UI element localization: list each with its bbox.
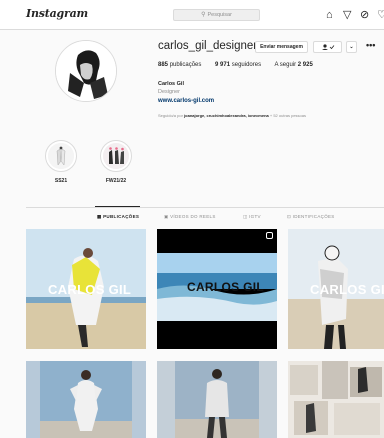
post-tile[interactable]	[288, 361, 384, 438]
post-overlay-text: CARLOS GIL	[310, 282, 384, 297]
search-placeholder: Pesquisar	[207, 12, 232, 18]
profile-avatar[interactable]	[55, 40, 117, 102]
active-tab-indicator	[95, 206, 140, 207]
post-tile[interactable]: CARLOS GIL	[288, 229, 384, 349]
direct-icon[interactable]: ▽	[343, 8, 351, 22]
profile-website-link[interactable]: www.carlos-gil.com	[158, 98, 214, 104]
highlight-fw2122[interactable]: FW21/22	[100, 140, 132, 184]
search-icon: ⚲	[201, 12, 206, 18]
highlight-cover	[100, 140, 132, 172]
followers-stat[interactable]: 9 971 seguidores	[215, 62, 261, 68]
following-button[interactable]	[313, 41, 342, 53]
reel-icon	[266, 232, 273, 239]
grid-icon: ▦	[97, 214, 102, 219]
tab-posts[interactable]: ▦ PUBLICAÇÕES	[97, 214, 139, 220]
followed-by-text[interactable]: Seguido/a por joanajorge, cruchimhoalexa…	[158, 113, 306, 118]
post-overlay-text: CARLOS GIL	[48, 282, 132, 297]
profile-full-name: Carlos Gil	[158, 81, 184, 87]
activity-icon[interactable]: ♡	[377, 8, 384, 22]
post-tile[interactable]	[26, 361, 146, 438]
post-tile[interactable]	[157, 361, 277, 438]
highlight-ss21[interactable]: SS21	[45, 140, 77, 184]
chevron-down-icon: ⌄	[349, 44, 354, 50]
igtv-icon: ◫	[243, 214, 248, 219]
tab-reels[interactable]: ▣ VÍDEOS DO REELS	[164, 214, 216, 220]
tabs-divider	[26, 207, 384, 208]
send-message-button[interactable]: Enviar mensagem	[255, 41, 308, 53]
profile-stats: 885 publicações 9 971 seguidores A segui…	[158, 62, 325, 68]
search-input[interactable]: ⚲ Pesquisar	[173, 9, 260, 21]
instagram-logo[interactable]: Instagram	[26, 7, 88, 20]
posts-stat: 885 publicações	[158, 62, 202, 68]
following-stat[interactable]: A seguir 2 925	[274, 62, 312, 68]
post-tile[interactable]: CARLOS GIL	[157, 229, 277, 349]
explore-icon[interactable]: ⊘	[360, 8, 369, 22]
tag-icon: ⊡	[287, 214, 292, 219]
more-options-icon[interactable]: •••	[366, 40, 375, 50]
highlight-label: FW21/22	[105, 178, 127, 184]
highlight-label: SS21	[54, 178, 68, 184]
tab-tagged[interactable]: ⊡ IDENTIFICAÇÕES	[287, 214, 335, 220]
reels-icon: ▣	[164, 214, 169, 219]
profile-category: Designer	[158, 89, 181, 95]
nav-icons: ⌂ ▽ ⊘ ♡	[326, 8, 384, 22]
post-tile[interactable]: CARLOS GIL	[26, 229, 146, 349]
home-icon[interactable]: ⌂	[326, 8, 333, 22]
tab-igtv[interactable]: ◫ IGTV	[243, 214, 261, 220]
profile-username: carlos_gil_designer	[158, 40, 258, 52]
post-overlay-text: CARLOS GIL	[187, 280, 264, 294]
top-navigation-bar: Instagram ⚲ Pesquisar ⌂ ▽ ⊘ ♡	[0, 0, 384, 30]
highlight-cover	[45, 140, 77, 172]
suggestions-chevron-button[interactable]: ⌄	[346, 41, 357, 53]
